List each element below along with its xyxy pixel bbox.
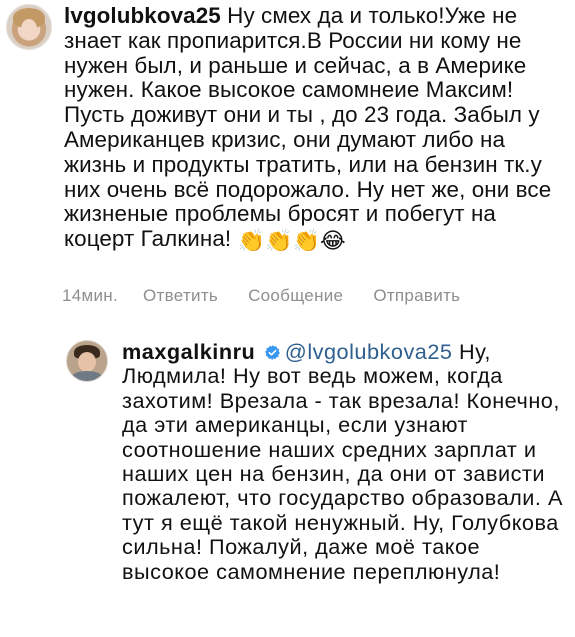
clapping-hands-emoji: 👏 — [292, 228, 321, 254]
username-link[interactable]: lvgolubkova25 — [64, 3, 221, 28]
username-link[interactable]: maxgalkinru — [122, 339, 255, 364]
user-avatar-lvgolubkova25[interactable] — [6, 4, 52, 50]
comment-actions: 14мин. Ответить Сообщение Отправить — [62, 286, 460, 306]
reply-content: maxgalkinru @lvgolubkova25 Ну, Людмила! … — [122, 339, 566, 584]
mention-link[interactable]: @lvgolubkova25 — [285, 339, 453, 364]
laughing-face-emoji: 😂 — [320, 228, 346, 254]
comment-body: Ну смех да и только!Уже не знает как про… — [64, 3, 552, 252]
comment-main: lvgolubkova25 Ну смех да и только!Уже не… — [6, 3, 566, 254]
reply-button[interactable]: Ответить — [143, 286, 218, 306]
avatar-face — [21, 19, 37, 39]
avatar-face — [78, 352, 96, 372]
comment-text: lvgolubkova25 Ну смех да и только!Уже не… — [64, 3, 566, 254]
comment-content: lvgolubkova25 Ну смех да и только!Уже не… — [64, 3, 566, 254]
message-button[interactable]: Сообщение — [248, 286, 343, 306]
comment-timestamp: 14мин. — [62, 286, 119, 305]
user-avatar-maxgalkinru[interactable] — [66, 340, 108, 382]
comment-reply: maxgalkinru @lvgolubkova25 Ну, Людмила! … — [66, 339, 566, 584]
send-button[interactable]: Отправить — [373, 286, 460, 306]
avatar-shirt — [71, 371, 103, 381]
clapping-hands-emoji: 👏 — [237, 228, 266, 254]
clapping-hands-emoji: 👏 — [265, 228, 293, 254]
reply-text: maxgalkinru @lvgolubkova25 Ну, Людмила! … — [122, 339, 566, 584]
reply-body: Ну, Людмила! Ну вот ведь можем, когда за… — [122, 339, 563, 584]
verified-badge-icon — [264, 345, 280, 360]
